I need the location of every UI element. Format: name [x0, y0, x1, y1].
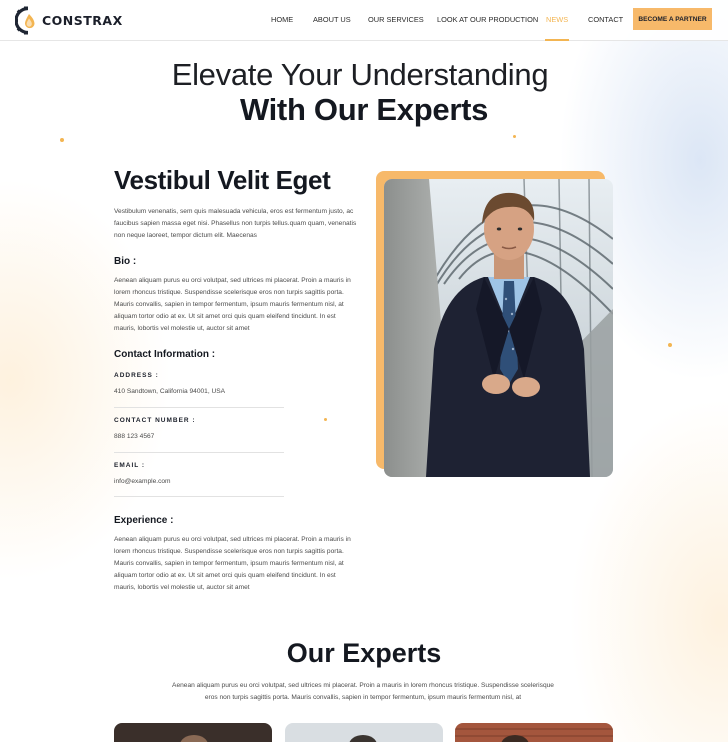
contact-number-value[interactable]: 888 123 4567 — [114, 433, 154, 440]
bio-text: Aenean aliquam purus eu orci volutpat, s… — [114, 277, 351, 332]
contact-heading: Contact Information : — [114, 349, 216, 360]
address-value: 410 Sandtown, California 94001, USA — [114, 388, 226, 395]
bio-heading: Bio : — [114, 256, 137, 267]
nav-contact[interactable]: CONTACT — [588, 15, 623, 24]
divider — [114, 496, 284, 497]
nav-production[interactable]: LOOK AT OUR PRODUCTION — [437, 15, 538, 24]
divider — [114, 407, 284, 408]
logo[interactable]: CONSTRAX — [14, 6, 123, 35]
nav-home[interactable]: HOME — [271, 15, 293, 24]
experience-heading: Experience : — [114, 515, 174, 526]
email-label: EMAIL : — [114, 462, 146, 469]
logo-text: CONSTRAX — [42, 13, 123, 28]
expert-photo — [384, 179, 613, 477]
expert-name: Vestibul Velit Eget — [114, 165, 331, 195]
address-label: ADDRESS : — [114, 372, 159, 379]
decor-dot — [668, 343, 672, 347]
divider — [114, 452, 284, 453]
nav-about-us[interactable]: ABOUT US — [313, 15, 351, 24]
decor-dot — [513, 135, 516, 138]
become-partner-button[interactable]: BECOME A PARTNER — [633, 8, 712, 30]
contact-number-label: CONTACT NUMBER : — [114, 417, 196, 424]
hero-title-line1: Elevate Your Understanding — [171, 57, 549, 92]
experts-title: Our Experts — [286, 638, 442, 668]
expert-card[interactable] — [455, 723, 613, 742]
expert-card[interactable] — [285, 723, 443, 742]
decor-dot — [324, 418, 327, 421]
logo-gear-icon — [14, 6, 39, 35]
decor-dot — [60, 138, 64, 142]
nav-news[interactable]: NEWS — [546, 15, 568, 24]
experience-text: Aenean aliquam purus eu orci volutpat, s… — [114, 536, 351, 591]
nav-our-services[interactable]: OUR SERVICES — [368, 15, 424, 24]
nav-active-indicator — [545, 39, 569, 41]
expert-intro: Vestibulum venenatis, sem quis malesuada… — [114, 208, 357, 239]
hero-title-line2: With Our Experts — [239, 92, 489, 127]
experts-description: Aenean aliquam purus eu orci volutpat, s… — [172, 682, 554, 701]
email-value[interactable]: info@example.com — [114, 478, 171, 485]
expert-card[interactable] — [114, 723, 272, 742]
site-header: CONSTRAX HOME ABOUT US OUR SERVICES LOOK… — [0, 0, 728, 41]
